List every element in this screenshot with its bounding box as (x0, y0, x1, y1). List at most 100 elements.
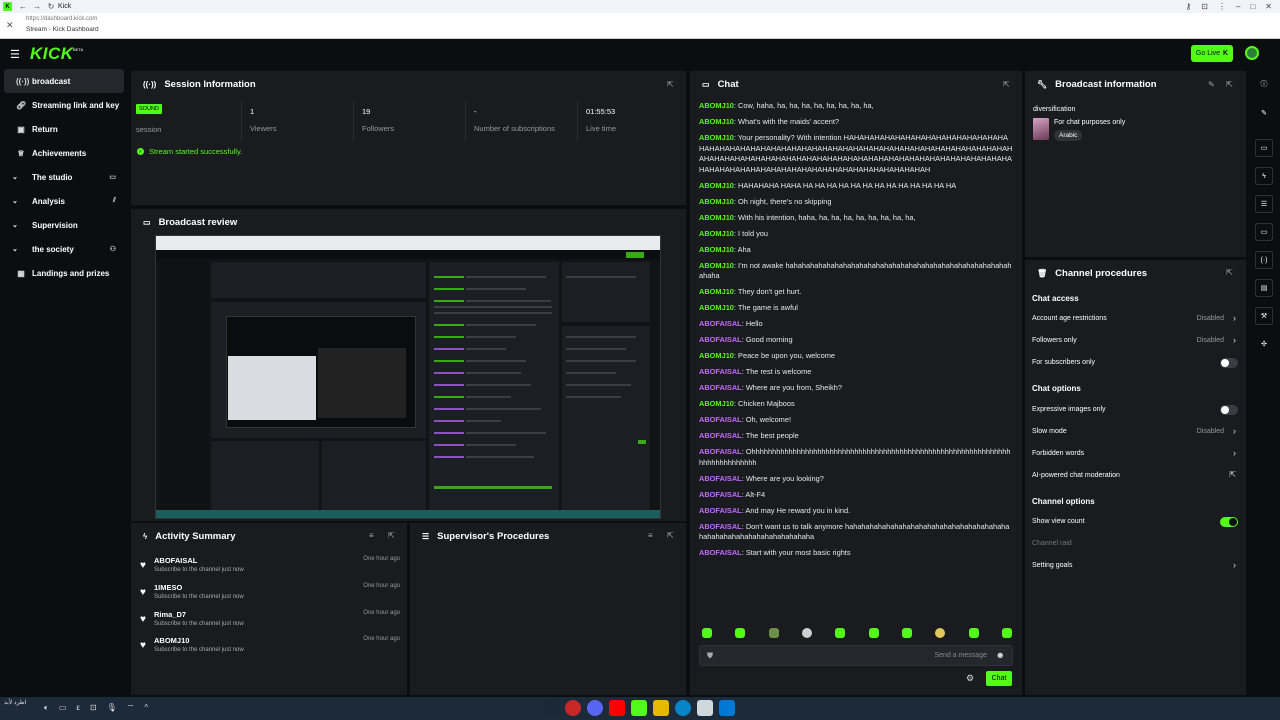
gear-icon[interactable]: ⚙ (966, 673, 974, 684)
trash-icon[interactable]: ▤ (1255, 279, 1273, 297)
chat-username[interactable]: ABOFAISAL (699, 506, 742, 515)
chat-username[interactable]: ABOMJ10 (699, 399, 734, 408)
filter-icon[interactable]: ≡ (648, 531, 653, 540)
list-icon[interactable]: ☰ (1255, 195, 1273, 213)
expressive-images-toggle[interactable] (1220, 405, 1238, 415)
avatar[interactable] (1245, 46, 1259, 60)
mic-icon[interactable]: 🎙︎ (107, 703, 117, 713)
emote-icon[interactable] (868, 628, 879, 638)
popout-icon[interactable]: ⇱ (667, 531, 674, 540)
sidebar-item-supervision[interactable]: ⌄ Supervision (4, 213, 124, 237)
close-icon[interactable]: ✕ (6, 20, 14, 31)
broadcast-preview-video[interactable] (155, 235, 661, 519)
chat-username[interactable]: ABOFAISAL (699, 548, 742, 557)
display-icon[interactable]: ▭ (59, 703, 67, 713)
chat-username[interactable]: ABOMJ10 (699, 351, 734, 360)
steam-icon[interactable] (543, 700, 559, 716)
broadcast-icon[interactable]: (·) (1255, 251, 1273, 269)
chat-username[interactable]: ABOFAISAL (699, 335, 742, 344)
go-live-button[interactable]: Go Live K (1191, 45, 1233, 62)
chat-username[interactable]: ABOMJ10 (699, 197, 734, 206)
wrench-icon[interactable]: ⚒ (1255, 307, 1273, 325)
sidebar-item-broadcast[interactable]: ((·)) broadcast (4, 69, 124, 93)
chat-icon[interactable]: ▭ (1255, 223, 1273, 241)
edit-icon[interactable]: ✎ (1208, 80, 1215, 89)
chat-username[interactable]: ABOFAISAL (699, 474, 742, 483)
row-followers-only[interactable]: Followers only Disabled › (1032, 335, 1238, 349)
wifi-icon[interactable]: ⌔ (127, 703, 135, 713)
emote-icon[interactable] (835, 628, 846, 638)
shield-icon[interactable]: ⛊ (707, 651, 713, 661)
chat-username[interactable]: ABOMJ10 (699, 213, 734, 222)
emote-icon[interactable] (801, 628, 812, 638)
more-icon[interactable]: ⋮ (1218, 2, 1226, 11)
back-icon[interactable]: ← (16, 2, 30, 11)
emote-icon[interactable] (935, 628, 946, 638)
chevron-up-icon[interactable]: ^ (144, 703, 148, 713)
filter-icon[interactable]: ≡ (369, 531, 374, 540)
row-setting-goals[interactable]: Setting goals › (1032, 560, 1238, 574)
reload-icon[interactable]: ↻ (44, 2, 58, 11)
volume-icon[interactable]: 🔈︎ (44, 703, 49, 713)
kick-app-icon[interactable] (631, 700, 647, 716)
chat-username[interactable]: ABOMJ10 (699, 101, 734, 110)
discord-icon[interactable] (587, 700, 603, 716)
popout-icon[interactable]: ⇱ (1226, 268, 1233, 277)
youtube-icon[interactable] (609, 700, 625, 716)
forward-icon[interactable]: → (30, 2, 44, 11)
chat-username[interactable]: ABOFAISAL (699, 383, 742, 392)
chat-username[interactable]: ABOMJ10 (699, 261, 734, 270)
screen-icon[interactable]: ▭ (1255, 139, 1273, 157)
chat-username[interactable]: ABOFAISAL (699, 319, 742, 328)
activity-user[interactable]: ABOFAISAL (154, 556, 197, 565)
popout-icon[interactable]: ⇱ (667, 80, 674, 89)
language-icon[interactable]: ε (76, 703, 80, 713)
windows-icon[interactable] (719, 700, 735, 716)
emote-icon[interactable] (702, 628, 712, 638)
folder-icon[interactable] (653, 700, 669, 716)
url-text[interactable]: https://dashboard.kick.com (26, 16, 97, 22)
maximize-icon[interactable]: □ (1250, 2, 1255, 11)
chat-send-button[interactable]: Chat (986, 671, 1012, 686)
row-forbidden-words[interactable]: Forbidden words › (1032, 448, 1238, 462)
sidebar-item-analysis[interactable]: ⌄ Analysis ⫽ (4, 189, 124, 213)
sidebar-item-landings[interactable]: ▦ Landings and prizes (4, 261, 124, 285)
chat-username[interactable]: ABOFAISAL (699, 367, 742, 376)
emoji-icon[interactable]: ☻ (996, 650, 1005, 660)
chat-username[interactable]: ABOMJ10 (699, 229, 734, 238)
chat-username[interactable]: ABOFAISAL (699, 447, 742, 456)
chat-username[interactable]: ABOMJ10 (699, 117, 734, 126)
show-view-count-toggle[interactable] (1220, 517, 1238, 527)
chat-username[interactable]: ABOFAISAL (699, 415, 742, 424)
kick-logo[interactable]: KICK (30, 44, 74, 64)
obs-icon[interactable] (565, 700, 581, 716)
chat-username[interactable]: ABOFAISAL (699, 522, 742, 531)
activity-user[interactable]: ABOMJ10 (154, 636, 189, 645)
chat-username[interactable]: ABOMJ10 (699, 245, 734, 254)
close-window-icon[interactable]: ✕ (1265, 2, 1272, 11)
info-icon[interactable]: ⓘ (1255, 75, 1273, 93)
sidebar-item-return[interactable]: ▣ Return (4, 117, 124, 141)
chat-username[interactable]: ABOFAISAL (699, 490, 742, 499)
hamburger-menu-icon[interactable]: ☰ (10, 48, 20, 61)
sidebar-item-streaming-link[interactable]: 🔗︎ Streaming link and key (4, 93, 124, 117)
emote-icon[interactable] (768, 628, 779, 638)
row-slow-mode[interactable]: Slow mode Disabled › (1032, 426, 1238, 440)
edge-icon[interactable] (675, 700, 691, 716)
row-account-age[interactable]: Account age restrictions Disabled › (1032, 313, 1238, 327)
chat-username[interactable]: ABOMJ10 (699, 287, 734, 296)
chat-username[interactable]: ABOMJ10 (699, 181, 734, 190)
row-ai-moderation[interactable]: AI-powered chat moderation ⇱ (1032, 470, 1238, 484)
extension-icon[interactable]: ⊡ (1201, 2, 1208, 11)
emote-icon[interactable] (901, 628, 912, 638)
popout-icon[interactable]: ⇱ (1226, 80, 1233, 89)
sidebar-item-society[interactable]: ⌄ the society ⚇ (4, 237, 124, 261)
activity-user[interactable]: Rima_D7 (154, 610, 186, 619)
key-icon[interactable]: ⚷ (1185, 2, 1191, 11)
minimize-icon[interactable]: – (1236, 2, 1240, 11)
notepad-icon[interactable] (697, 700, 713, 716)
chat-username[interactable]: ABOFAISAL (699, 431, 742, 440)
popout-icon[interactable]: ⇱ (1003, 80, 1010, 89)
sidebar-item-achievements[interactable]: ♕ Achievements (4, 141, 124, 165)
chat-username[interactable]: ABOMJ10 (699, 133, 734, 142)
